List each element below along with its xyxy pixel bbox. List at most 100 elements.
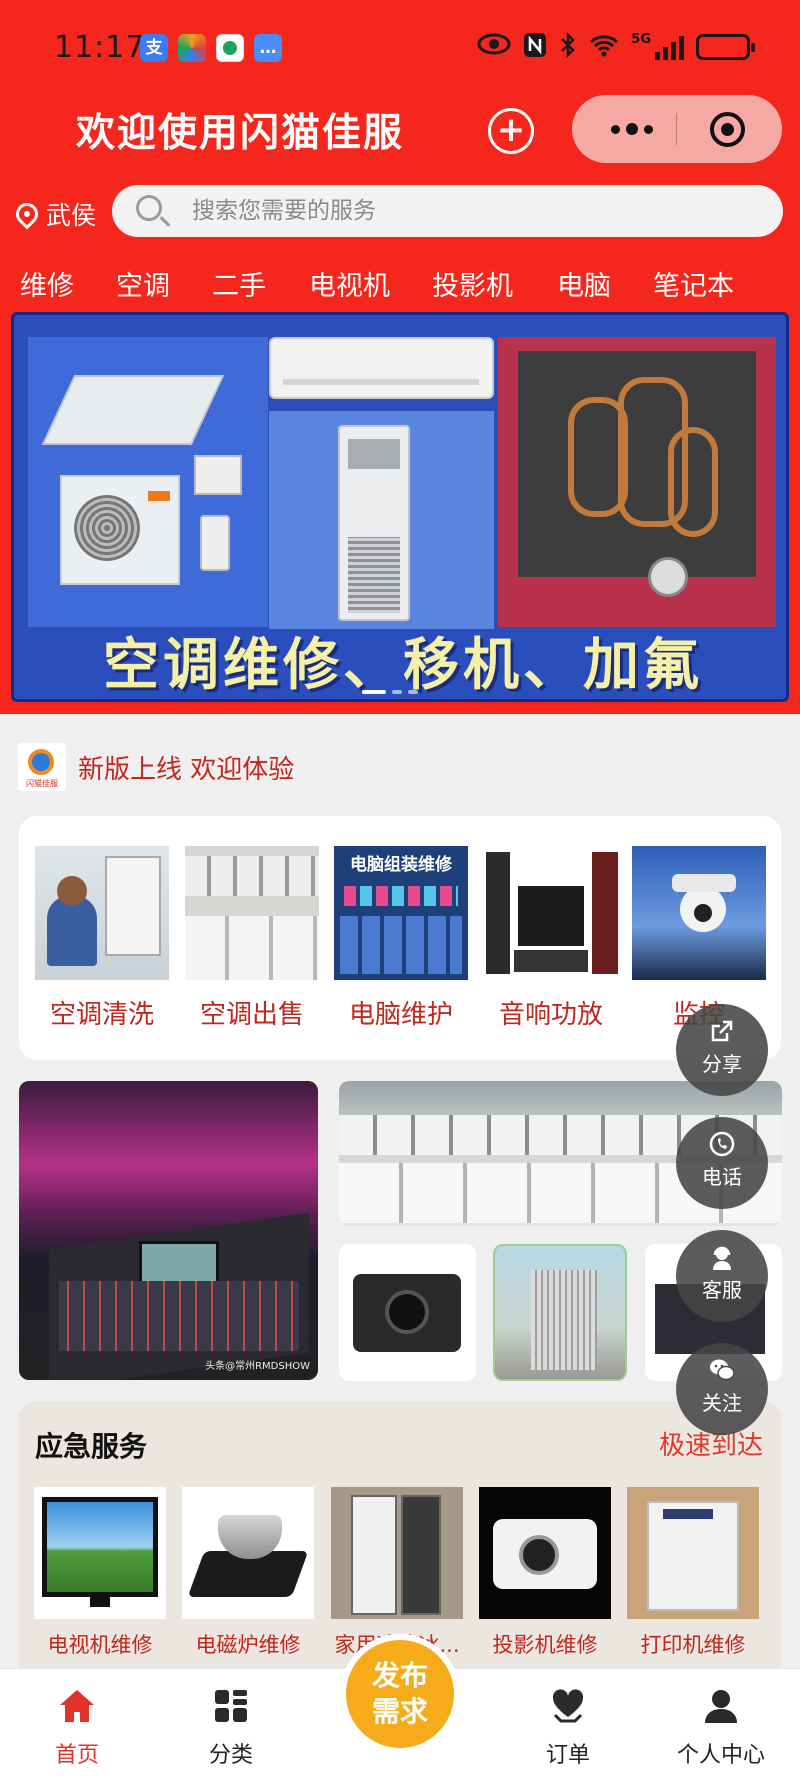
emergency-item[interactable]: 电视机维修 <box>34 1487 166 1659</box>
follow-label: 关注 <box>702 1391 742 1415</box>
phone-icon <box>709 1131 735 1157</box>
service-item[interactable]: 监控 <box>632 846 766 1031</box>
customer-service-button[interactable]: 客服 <box>676 1230 768 1322</box>
user-icon <box>705 1690 737 1723</box>
more-menu-button[interactable] <box>602 95 662 163</box>
hvac-unit-photo[interactable] <box>493 1244 627 1381</box>
thermostat-image <box>194 455 242 495</box>
alipay-icon: 支 <box>140 34 168 62</box>
location-pin-icon <box>11 198 43 230</box>
service-label: 空调出售 <box>199 1000 304 1030</box>
share-icon <box>711 1020 733 1042</box>
customer-service-icon <box>713 1246 731 1270</box>
pc-repair-image-text: 电脑组装维修 <box>350 855 452 875</box>
tab-label: 分类 <box>208 1743 253 1768</box>
battery-icon <box>696 34 755 60</box>
service-shortcuts: 空调清洗 空调出售 电脑组装维修 电脑维护 音响功放 监控 <box>19 816 781 1060</box>
tab-category[interactable]: 分类 <box>176 1687 286 1769</box>
wall-ac-image <box>269 337 494 399</box>
wifi-icon <box>589 33 619 61</box>
emergency-item[interactable]: 打印机维修 <box>627 1487 759 1659</box>
follow-button[interactable]: 关注 <box>676 1343 768 1435</box>
brand-logo: 闪猫佳服 <box>18 743 66 791</box>
announcement[interactable]: 闪猫佳服 新版上线 欢迎体验 <box>18 743 294 791</box>
service-item[interactable]: 电脑组装维修 电脑维护 <box>334 846 468 1031</box>
category-tab[interactable]: 电视机 <box>309 264 390 303</box>
tab-orders[interactable]: 订单 <box>513 1687 623 1769</box>
publish-request-button[interactable]: 发布需求 <box>340 1634 460 1754</box>
emergency-label: 投影机维修 <box>492 1633 598 1657</box>
tab-home[interactable]: 首页 <box>22 1687 132 1769</box>
service-label: 音响功放 <box>498 1000 603 1030</box>
category-tab[interactable]: 维修 <box>20 264 74 303</box>
header-zone: 11:17 支 … 5G 欢迎使用闪猫佳服 + 武侯 搜索您需要的服务 维修 空… <box>0 0 800 714</box>
status-time: 11:17 <box>54 30 146 65</box>
emergency-label: 电视机维修 <box>47 1633 153 1657</box>
share-label: 分享 <box>702 1052 742 1076</box>
ac-sale-image <box>185 846 319 980</box>
tab-label: 首页 <box>54 1743 99 1768</box>
announcement-text: 新版上线 欢迎体验 <box>78 754 295 785</box>
network-type: 5G <box>631 32 651 47</box>
printer-image <box>627 1487 759 1619</box>
wechat-icon <box>710 1359 735 1381</box>
ac-cleaning-image <box>35 846 169 980</box>
service-item[interactable]: 音响功放 <box>484 846 618 1031</box>
photos-icon <box>178 34 206 62</box>
mini-program-capsule <box>572 95 782 163</box>
promo-banner[interactable]: 空调维修、移机、加氟 <box>11 312 789 702</box>
category-tabs: 维修 空调 二手 电视机 投影机 电脑 笔记本 <box>0 264 800 308</box>
search-bar[interactable] <box>112 185 783 237</box>
phone-button[interactable]: 电话 <box>676 1117 768 1209</box>
service-item[interactable]: 空调清洗 <box>35 846 169 1031</box>
section-title: 应急服务 <box>35 1430 148 1463</box>
category-tab[interactable]: 二手 <box>212 264 266 303</box>
home-icon <box>60 1690 94 1722</box>
banner-pagination <box>362 690 418 694</box>
nfc-icon <box>523 32 547 62</box>
projector-photo[interactable] <box>339 1244 476 1381</box>
capsule-divider <box>676 113 677 145</box>
cctv-image <box>632 846 766 980</box>
category-tab[interactable]: 投影机 <box>432 264 513 303</box>
location-selector[interactable]: 武侯 <box>11 196 97 232</box>
tab-label: 订单 <box>545 1743 590 1768</box>
status-bar: 11:17 支 … 5G <box>0 0 800 90</box>
audio-amp-image <box>484 846 618 980</box>
projector-image <box>479 1487 611 1619</box>
tab-label: 个人中心 <box>676 1743 765 1768</box>
brand-logo-text: 闪猫佳服 <box>26 779 58 788</box>
photo-watermark: 头条@常州RMDSHOW <box>205 1361 310 1372</box>
search-icon <box>136 195 162 221</box>
search-input[interactable] <box>192 185 752 237</box>
add-button[interactable]: + <box>488 108 534 154</box>
fridge-image <box>331 1487 463 1619</box>
eye-icon <box>477 33 511 61</box>
category-tab[interactable]: 笔记本 <box>653 264 734 303</box>
mixing-console-photo[interactable]: 头条@常州RMDSHOW <box>19 1081 318 1380</box>
signal-icon <box>655 34 684 60</box>
tab-profile[interactable]: 个人中心 <box>666 1687 776 1769</box>
grid-icon <box>215 1690 247 1722</box>
emergency-item[interactable]: 电磁炉维修 <box>182 1487 314 1659</box>
share-button[interactable]: 分享 <box>676 1004 768 1096</box>
emergency-item[interactable]: 投影机维修 <box>479 1487 611 1659</box>
tv-image <box>34 1487 166 1619</box>
tower-ac-image <box>338 425 410 621</box>
pc-repair-image: 电脑组装维修 <box>334 846 468 980</box>
status-indicators: 5G <box>477 31 755 62</box>
induction-cooker-image <box>182 1487 314 1619</box>
category-tab[interactable]: 空调 <box>116 264 170 303</box>
category-tab[interactable]: 电脑 <box>557 264 611 303</box>
close-mini-program-button[interactable] <box>710 112 745 147</box>
customer-service-label: 客服 <box>702 1278 742 1302</box>
messages-icon: … <box>254 34 282 62</box>
order-heart-icon <box>552 1689 584 1723</box>
bluetooth-icon <box>559 31 577 62</box>
location-label: 武侯 <box>46 201 97 230</box>
china-mobile-icon <box>216 34 244 62</box>
service-label: 空调清洗 <box>49 1000 154 1030</box>
service-item[interactable]: 空调出售 <box>185 846 319 1031</box>
page-title: 欢迎使用闪猫佳服 <box>76 111 405 156</box>
phone-label: 电话 <box>702 1165 742 1189</box>
